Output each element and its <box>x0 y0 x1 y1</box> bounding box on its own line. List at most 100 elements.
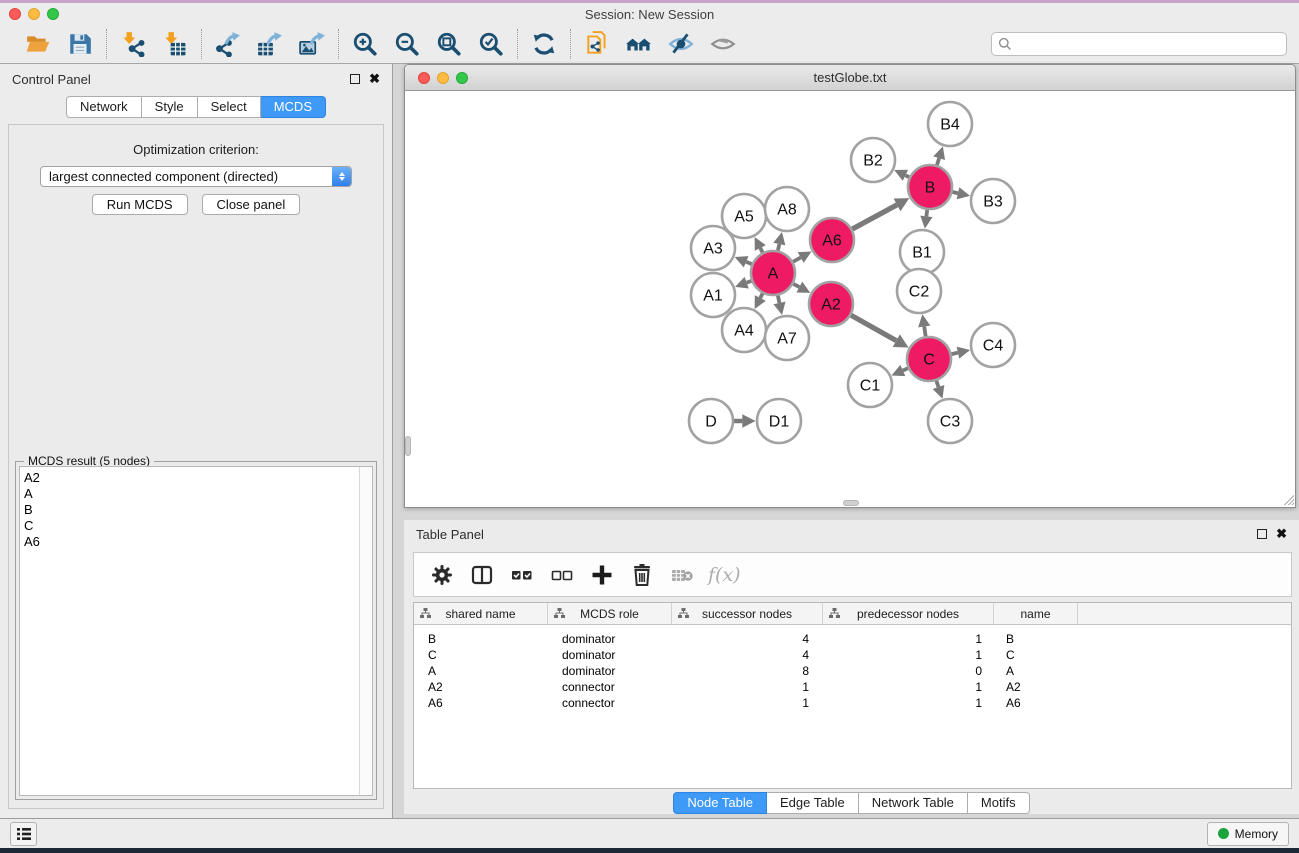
cell[interactable]: A2 <box>994 679 1078 695</box>
cell[interactable]: 1 <box>823 695 994 711</box>
copy-network-icon[interactable] <box>580 28 614 60</box>
mcds-result-item[interactable]: C <box>24 518 372 534</box>
graph-edge-D-D1[interactable] <box>734 414 756 427</box>
graph-node-C4[interactable]: C4 <box>971 323 1015 367</box>
function-builder-fx-icon[interactable]: f(x) <box>704 564 741 586</box>
graph-edge-B-B2[interactable] <box>894 170 909 181</box>
cell[interactable]: 1 <box>672 679 823 695</box>
network-minimize-button[interactable] <box>437 72 449 84</box>
cell[interactable]: 1 <box>823 679 994 695</box>
cell[interactable]: A <box>414 663 548 679</box>
close-panel-icon[interactable]: ✖ <box>369 74 380 84</box>
table-row[interactable]: Adominator80A <box>414 663 1291 679</box>
graph-node-B3[interactable]: B3 <box>971 179 1015 223</box>
horizontal-scrollbar-thumb[interactable] <box>843 500 859 506</box>
graph-edge-A2-C[interactable] <box>851 315 908 347</box>
cell[interactable]: 1 <box>823 631 994 647</box>
cell[interactable]: A <box>994 663 1078 679</box>
network-canvas[interactable]: AA1A2A3A4A5A6A7A8BB1B2B3B4CC1C2C3C4DD1 <box>405 91 1295 506</box>
add-row-icon[interactable] <box>584 557 620 593</box>
graph-edge-A-A4[interactable] <box>755 293 766 309</box>
cell[interactable]: C <box>414 647 548 663</box>
mcds-result-item[interactable]: B <box>24 502 372 518</box>
graph-node-C2[interactable]: C2 <box>897 269 941 313</box>
cell[interactable]: 0 <box>823 663 994 679</box>
cell[interactable]: B <box>414 631 548 647</box>
tab-mcds[interactable]: MCDS <box>261 96 326 118</box>
search-field[interactable] <box>991 32 1287 56</box>
mcds-result-item[interactable]: A <box>24 486 372 502</box>
graph-edge-A6-B[interactable] <box>852 198 909 229</box>
home-layout-icon[interactable] <box>622 28 656 60</box>
column-header-predecessor-nodes[interactable]: predecessor nodes <box>823 603 994 624</box>
zoom-window-button[interactable] <box>47 8 59 20</box>
graph-edge-A-A1[interactable] <box>735 277 751 289</box>
tab-node-table[interactable]: Node Table <box>673 792 767 814</box>
import-network-icon[interactable] <box>116 28 150 60</box>
table-row[interactable]: A6connector11A6 <box>414 695 1291 711</box>
graph-node-C1[interactable]: C1 <box>848 363 892 407</box>
graph-node-B2[interactable]: B2 <box>851 138 895 182</box>
table-row[interactable]: A2connector11A2 <box>414 679 1291 695</box>
cell[interactable]: connector <box>548 695 672 711</box>
graph-edge-A-A7[interactable] <box>773 295 785 315</box>
graph-edge-A-A3[interactable] <box>735 256 752 267</box>
graph-edge-B-B1[interactable] <box>920 210 932 229</box>
graph-node-D1[interactable]: D1 <box>757 399 801 443</box>
close-table-panel-icon[interactable]: ✖ <box>1276 529 1287 539</box>
graph-edge-C-C2[interactable] <box>918 314 930 336</box>
cell[interactable]: A6 <box>994 695 1078 711</box>
column-header-successor-nodes[interactable]: successor nodes <box>672 603 823 624</box>
mcds-result-item[interactable]: A6 <box>24 534 372 550</box>
import-table-icon[interactable] <box>158 28 192 60</box>
cell[interactable]: dominator <box>548 663 672 679</box>
graph-edge-B-B4[interactable] <box>933 146 945 165</box>
result-list-scrollbar[interactable] <box>359 467 372 795</box>
graph-node-D[interactable]: D <box>689 399 733 443</box>
tab-edge-table[interactable]: Edge Table <box>767 792 859 814</box>
run-mcds-button[interactable]: Run MCDS <box>92 194 188 215</box>
graph-edge-A-A8[interactable] <box>773 232 785 251</box>
graph-edge-A-A6[interactable] <box>793 251 811 262</box>
show-graphics-details-icon[interactable] <box>706 28 740 60</box>
close-panel-button[interactable]: Close panel <box>202 194 301 215</box>
graph-node-B1[interactable]: B1 <box>900 230 944 274</box>
cell[interactable]: B <box>994 631 1078 647</box>
graph-node-A5[interactable]: A5 <box>722 194 766 238</box>
zoom-out-icon[interactable] <box>390 28 424 60</box>
task-history-button[interactable] <box>10 822 37 846</box>
cell[interactable]: dominator <box>548 631 672 647</box>
tab-network[interactable]: Network <box>66 96 142 118</box>
graph-node-A6[interactable]: A6 <box>810 218 854 262</box>
graph-edge-A-A5[interactable] <box>755 237 766 253</box>
open-file-icon[interactable] <box>21 28 55 60</box>
graph-node-A7[interactable]: A7 <box>765 316 809 360</box>
graph-node-B4[interactable]: B4 <box>928 102 972 146</box>
zoom-selected-icon[interactable] <box>474 28 508 60</box>
vertical-scrollbar-thumb[interactable] <box>405 436 411 456</box>
cell[interactable]: connector <box>548 679 672 695</box>
search-input[interactable] <box>1012 37 1280 51</box>
unselect-all-icon[interactable] <box>544 557 580 593</box>
table-row[interactable]: Bdominator41B <box>414 631 1291 647</box>
column-header-shared-name[interactable]: shared name <box>414 603 548 624</box>
tab-motifs[interactable]: Motifs <box>968 792 1030 814</box>
export-table-icon[interactable] <box>253 28 287 60</box>
hide-graphics-details-icon[interactable] <box>664 28 698 60</box>
export-network-icon[interactable] <box>211 28 245 60</box>
graph-edge-C-C4[interactable] <box>951 347 970 359</box>
network-close-button[interactable] <box>418 72 430 84</box>
float-panel-icon[interactable] <box>350 74 360 84</box>
cell[interactable]: 8 <box>672 663 823 679</box>
cell[interactable]: 1 <box>672 695 823 711</box>
select-all-icon[interactable] <box>504 557 540 593</box>
window-resize-grip[interactable] <box>1281 492 1294 505</box>
cell[interactable]: dominator <box>548 647 672 663</box>
delete-table-icon[interactable] <box>664 557 700 593</box>
cell[interactable]: C <box>994 647 1078 663</box>
cell[interactable]: A6 <box>414 695 548 711</box>
tab-select[interactable]: Select <box>198 96 261 118</box>
graph-edge-A-A2[interactable] <box>793 282 810 293</box>
network-window-titlebar[interactable]: testGlobe.txt <box>405 65 1295 91</box>
cell[interactable]: 4 <box>672 631 823 647</box>
